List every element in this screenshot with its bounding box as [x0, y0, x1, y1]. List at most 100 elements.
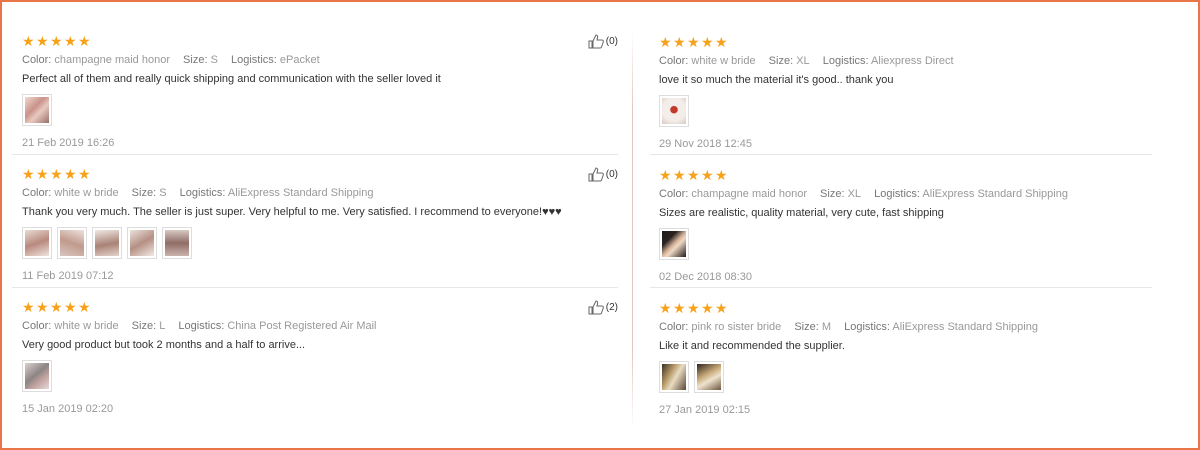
size-label: Size: — [794, 321, 819, 333]
review-text: Perfect all of them and really quick shi… — [22, 73, 441, 85]
review-text: Very good product but took 2 months and … — [22, 339, 306, 351]
star-icon: ★ — [701, 167, 714, 183]
color-value: champagne maid honor — [54, 54, 170, 66]
review-text: love it so much the material it's good..… — [659, 74, 894, 86]
review-photo-thumbnail[interactable] — [127, 227, 157, 259]
review-photo-thumbnail[interactable] — [659, 228, 689, 260]
star-rating: ★ ★ ★ ★ ★ — [22, 33, 618, 49]
review-photo-thumbnail[interactable] — [659, 361, 689, 393]
star-icon: ★ — [673, 300, 686, 316]
review-photo-thumbnail[interactable] — [92, 227, 122, 259]
review-photo-thumbnail[interactable] — [57, 227, 87, 259]
size-label: Size: — [131, 187, 157, 199]
star-icon: ★ — [701, 300, 714, 316]
color-label: Color: — [22, 320, 52, 332]
review-photo-thumbnail[interactable] — [694, 361, 724, 393]
star-icon: ★ — [22, 299, 35, 315]
color-value: white w bride — [691, 55, 756, 67]
logistics-value: China Post Registered Air Mail — [227, 320, 377, 332]
review-photo-thumbnail[interactable] — [659, 95, 689, 127]
size-value: XL — [796, 55, 810, 67]
star-icon: ★ — [715, 300, 728, 316]
review-photo-thumbnail[interactable] — [22, 360, 52, 392]
star-icon: ★ — [687, 167, 700, 183]
star-icon: ★ — [673, 34, 686, 50]
review-meta: Color: white w bride Size: S Logistics: … — [22, 186, 618, 200]
review-item: ★ ★ ★ ★ ★ Color: white w bride Size: XL Logi… — [650, 22, 1152, 155]
star-icon: ★ — [50, 33, 63, 49]
logistics-value: AliExpress Standard Shipping — [922, 188, 1068, 200]
reviews-column-left: ★ ★ ★ ★ ★ Color: champagne maid honor Size: … — [12, 22, 618, 421]
logistics-value: AliExpress Standard Shipping — [227, 187, 374, 199]
star-icon: ★ — [64, 33, 77, 49]
color-value: pink ro sister bride — [691, 321, 782, 333]
size-value: L — [159, 320, 166, 332]
review-meta: Color: champagne maid honor Size: XL Log… — [659, 187, 1152, 201]
size-value: S — [159, 187, 167, 199]
logistics-value: AliExpress Standard Shipping — [892, 321, 1038, 333]
review-meta: Color: white w bride Size: XL Logistics:… — [659, 54, 1152, 68]
logistics-value: ePacket — [279, 54, 320, 66]
color-label: Color: — [22, 187, 52, 199]
logistics-value: Aliexpress Direct — [871, 55, 954, 67]
helpful-count: (2) — [605, 302, 618, 313]
color-value: champagne maid honor — [691, 188, 807, 200]
logistics-label: Logistics: — [822, 55, 869, 67]
star-icon: ★ — [36, 166, 49, 182]
star-rating: ★ ★ ★ ★ ★ — [659, 300, 1152, 316]
review-meta: Color: white w bride Size: L Logistics: … — [22, 319, 618, 333]
logistics-label: Logistics: — [179, 187, 226, 199]
review-photos — [659, 228, 1152, 261]
star-icon: ★ — [659, 300, 672, 316]
star-icon: ★ — [50, 166, 63, 182]
size-label: Size: — [820, 188, 845, 200]
star-icon: ★ — [64, 166, 77, 182]
logistics-label: Logistics: — [230, 54, 277, 66]
review-meta: Color: champagne maid honor Size: S Logi… — [22, 53, 618, 67]
helpful-button[interactable]: (0) — [588, 34, 618, 49]
star-rating: ★ ★ ★ ★ ★ — [659, 34, 1152, 50]
review-date: 15 Jan 2019 02:20 — [22, 403, 114, 415]
logistics-label: Logistics: — [874, 188, 920, 200]
star-rating: ★ ★ ★ ★ ★ — [22, 166, 618, 182]
star-icon: ★ — [659, 167, 672, 183]
review-item: ★ ★ ★ ★ ★ Color: white w bride Size: L Logis… — [12, 288, 618, 421]
color-label: Color: — [659, 55, 689, 67]
review-date: 27 Jan 2019 02:15 — [659, 404, 751, 416]
size-value: XL — [847, 188, 862, 200]
review-photos — [22, 227, 618, 260]
review-photo-thumbnail[interactable] — [22, 227, 52, 259]
color-label: Color: — [659, 321, 689, 333]
column-divider — [632, 30, 633, 430]
size-label: Size: — [183, 54, 208, 66]
thumbs-up-icon — [588, 167, 604, 182]
star-icon: ★ — [36, 33, 49, 49]
review-item: ★ ★ ★ ★ ★ Color: white w bride Size: S Logis… — [12, 155, 618, 288]
review-item: ★ ★ ★ ★ ★ Color: pink ro sister bride Size: … — [650, 288, 1152, 421]
star-icon: ★ — [64, 299, 77, 315]
review-photo-thumbnail[interactable] — [162, 227, 192, 259]
review-item: ★ ★ ★ ★ ★ Color: champagne maid honor Size: … — [12, 22, 618, 155]
review-text: Thank you very much. The seller is just … — [22, 206, 562, 218]
review-photos — [659, 361, 1152, 394]
star-icon: ★ — [78, 33, 91, 49]
thumbs-up-icon — [588, 300, 604, 315]
star-icon: ★ — [50, 299, 63, 315]
star-rating: ★ ★ ★ ★ ★ — [659, 167, 1152, 183]
reviews-column-right: ★ ★ ★ ★ ★ Color: white w bride Size: XL Logi… — [650, 22, 1152, 421]
review-date: 29 Nov 2018 12:45 — [659, 138, 752, 150]
helpful-count: (0) — [605, 169, 618, 180]
review-item: ★ ★ ★ ★ ★ Color: champagne maid honor Size: … — [650, 155, 1152, 288]
review-photo-thumbnail[interactable] — [22, 94, 52, 126]
review-photos — [22, 360, 618, 393]
review-date: 11 Feb 2019 07:12 — [22, 270, 114, 282]
logistics-label: Logistics: — [178, 320, 225, 332]
helpful-button[interactable]: (0) — [588, 167, 618, 182]
star-icon: ★ — [701, 34, 714, 50]
review-photos — [659, 95, 1152, 128]
star-icon: ★ — [715, 167, 728, 183]
review-meta: Color: pink ro sister bride Size: M Logi… — [659, 320, 1152, 334]
size-value: S — [210, 54, 218, 66]
star-icon: ★ — [36, 299, 49, 315]
helpful-button[interactable]: (2) — [588, 300, 618, 315]
